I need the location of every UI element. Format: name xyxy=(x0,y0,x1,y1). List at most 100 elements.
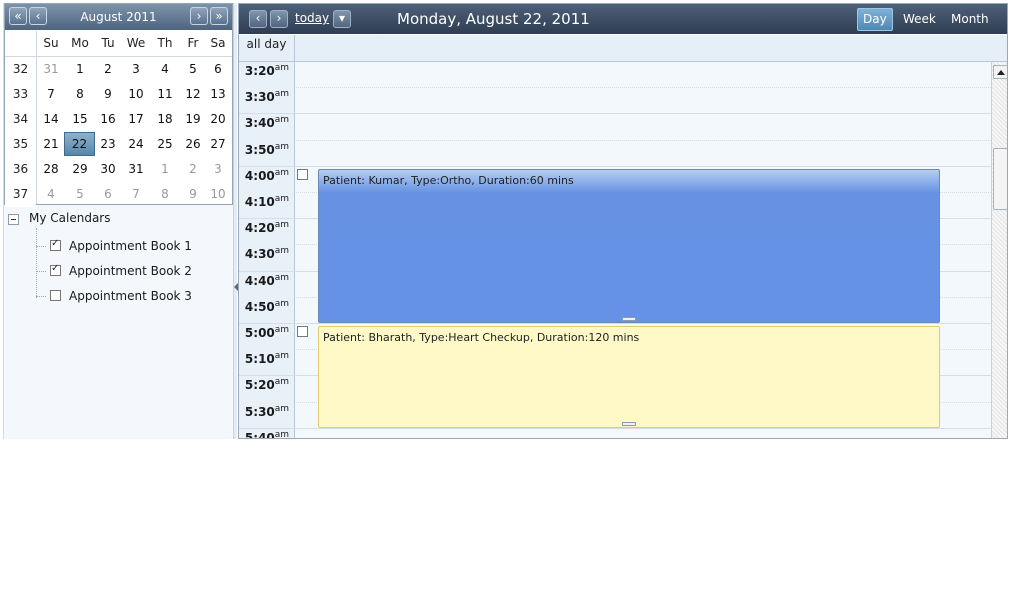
calendar-checkbox[interactable] xyxy=(50,290,61,301)
day-cell[interactable]: 2 xyxy=(179,157,207,182)
week-number[interactable]: 34 xyxy=(5,107,36,132)
time-value: 3:30 xyxy=(244,90,275,105)
next-day-button[interactable]: › xyxy=(270,10,288,28)
day-cell[interactable]: 6 xyxy=(204,57,232,82)
day-cell[interactable]: 23 xyxy=(94,132,122,157)
week-number[interactable]: 33 xyxy=(5,82,36,107)
day-cell[interactable]: 3 xyxy=(122,57,150,82)
day-cell[interactable]: 11 xyxy=(151,82,179,107)
time-label: 4:10am xyxy=(239,194,295,209)
time-label: 4:00am xyxy=(239,168,295,183)
all-day-label: all day xyxy=(239,35,295,61)
scroll-up-arrow-icon[interactable] xyxy=(993,65,1007,79)
time-label: 4:30am xyxy=(239,246,295,261)
day-cell[interactable]: 7 xyxy=(37,82,65,107)
week-number[interactable]: 35 xyxy=(5,132,36,157)
prev-day-button[interactable]: ‹ xyxy=(249,10,267,28)
day-cell[interactable]: 3 xyxy=(204,157,232,182)
scroll-thumb[interactable] xyxy=(993,148,1007,210)
time-label: 4:50am xyxy=(239,299,295,314)
panel-splitter[interactable] xyxy=(233,3,238,439)
day-cell[interactable]: 24 xyxy=(122,132,150,157)
prev-year-button[interactable]: « xyxy=(9,7,27,25)
week-number[interactable]: 36 xyxy=(5,157,36,182)
prev-month-button[interactable]: ‹ xyxy=(29,7,47,25)
calendar-item[interactable]: Appointment Book 2 xyxy=(36,261,226,281)
day-cell[interactable]: 8 xyxy=(66,82,94,107)
today-link[interactable]: today xyxy=(295,11,329,25)
all-day-row[interactable]: all day xyxy=(239,35,1007,62)
day-cell[interactable]: 27 xyxy=(204,132,232,157)
day-cell[interactable]: 5 xyxy=(66,182,94,207)
day-cell[interactable]: 10 xyxy=(122,82,150,107)
slot-line xyxy=(239,166,991,167)
calendar-checkbox[interactable] xyxy=(50,238,61,251)
week-row: 35 21 22 23 24 25 26 27 xyxy=(5,132,232,157)
day-cell[interactable]: 15 xyxy=(66,107,94,132)
date-picker-dropdown[interactable]: ▾ xyxy=(333,10,351,28)
event-select-checkbox[interactable] xyxy=(297,326,308,337)
day-cell[interactable]: 10 xyxy=(204,182,232,207)
next-year-button[interactable]: » xyxy=(210,7,228,25)
appointment-event[interactable]: Patient: Kumar, Type:Ortho, Duration:60 … xyxy=(318,169,940,323)
time-value: 5:10 xyxy=(244,352,275,367)
day-cell[interactable]: 14 xyxy=(37,107,65,132)
day-cell[interactable]: 25 xyxy=(151,132,179,157)
calendar-item[interactable]: Appointment Book 3 xyxy=(36,286,226,306)
day-cell[interactable]: 18 xyxy=(151,107,179,132)
day-cell[interactable]: 12 xyxy=(179,82,207,107)
view-month-button[interactable]: Month xyxy=(946,8,994,31)
day-cell[interactable]: 31 xyxy=(122,157,150,182)
week-number[interactable]: 37 xyxy=(5,182,36,207)
week-number[interactable]: 32 xyxy=(5,57,36,82)
day-cell[interactable]: 17 xyxy=(122,107,150,132)
view-week-button[interactable]: Week xyxy=(898,8,941,31)
day-cell[interactable]: 2 xyxy=(94,57,122,82)
day-cell[interactable]: 5 xyxy=(179,57,207,82)
mini-calendar-title[interactable]: August 2011 xyxy=(57,4,180,30)
ampm-suffix: am xyxy=(274,194,290,204)
view-day-button[interactable]: Day xyxy=(857,8,893,31)
time-value: 4:40 xyxy=(244,273,275,288)
day-cell[interactable]: 13 xyxy=(204,82,232,107)
ampm-suffix: am xyxy=(274,220,290,231)
vertical-scrollbar[interactable] xyxy=(991,62,1007,438)
day-cell[interactable]: 9 xyxy=(179,182,207,207)
day-cell[interactable]: 29 xyxy=(66,157,94,182)
day-cell[interactable]: 4 xyxy=(151,57,179,82)
day-cell[interactable]: 4 xyxy=(37,182,65,207)
selected-day-cell[interactable]: 22 xyxy=(64,132,95,156)
resize-handle[interactable] xyxy=(622,317,636,321)
week-row: 36 28 29 30 31 1 2 3 xyxy=(5,157,232,182)
day-cell[interactable]: 16 xyxy=(94,107,122,132)
tree-connector xyxy=(36,271,46,272)
day-cell[interactable]: 20 xyxy=(204,107,232,132)
time-label: 5:10am xyxy=(239,351,295,366)
day-cell[interactable]: 8 xyxy=(151,182,179,207)
calendar-checkbox[interactable] xyxy=(50,263,61,276)
time-label: 3:30am xyxy=(239,89,295,104)
day-grid[interactable]: 3:20am 3:30am 3:40am 3:50am 4:00am 4:10am 4:20… xyxy=(239,62,991,438)
day-cell[interactable]: 31 xyxy=(37,57,65,82)
day-cell[interactable]: 7 xyxy=(122,182,150,207)
day-cell[interactable]: 30 xyxy=(94,157,122,182)
next-month-button[interactable]: › xyxy=(190,7,208,25)
time-label: 3:20am xyxy=(239,63,295,78)
day-cell[interactable]: 9 xyxy=(94,82,122,107)
day-cell[interactable]: 21 xyxy=(37,132,65,157)
day-cell[interactable]: 28 xyxy=(37,157,65,182)
event-select-checkbox[interactable] xyxy=(297,169,308,180)
day-cell[interactable]: 19 xyxy=(179,107,207,132)
appointment-event[interactable]: Patient: Bharath, Type:Heart Checkup, Du… xyxy=(318,326,940,428)
day-cell[interactable]: 6 xyxy=(94,182,122,207)
day-cell[interactable]: 1 xyxy=(66,57,94,82)
calendar-item[interactable]: Appointment Book 1 xyxy=(36,236,226,256)
resize-handle[interactable] xyxy=(622,422,636,426)
day-cell[interactable]: 1 xyxy=(151,157,179,182)
time-label: 5:20am xyxy=(239,377,295,392)
ampm-suffix: am xyxy=(274,298,290,309)
ampm-suffix: am xyxy=(274,377,290,388)
day-cell[interactable]: 26 xyxy=(179,132,207,157)
weekday-header: Fr xyxy=(187,36,199,50)
collapse-icon[interactable] xyxy=(8,214,19,225)
